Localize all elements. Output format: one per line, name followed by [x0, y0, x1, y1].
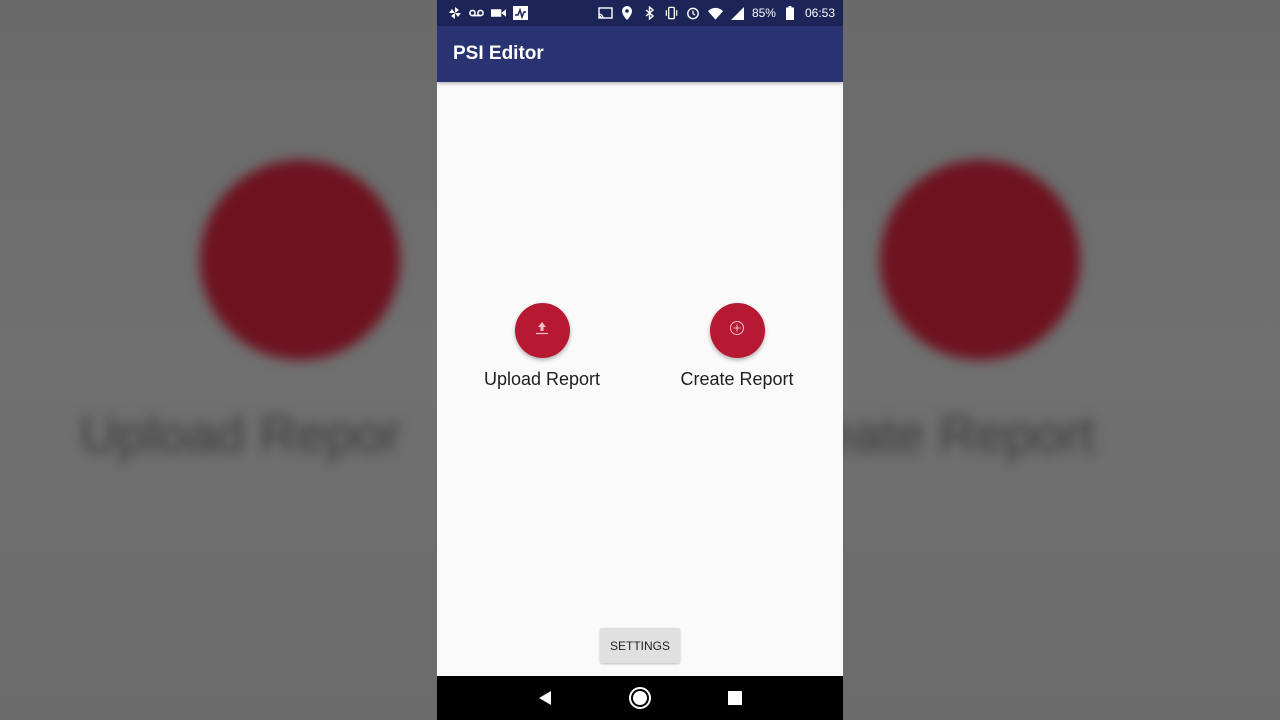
- wifi-icon: [707, 6, 723, 20]
- back-icon[interactable]: [530, 683, 560, 713]
- home-icon[interactable]: [625, 683, 655, 713]
- activity-icon: [513, 6, 528, 20]
- upload-report-label: Upload Report: [483, 369, 601, 389]
- app-title: PSI Editor: [453, 43, 544, 64]
- recents-icon[interactable]: [720, 683, 750, 713]
- settings-button[interactable]: SETTINGS: [600, 628, 680, 663]
- phone-screen: 85% 06:53 PSI Editor Upload Report Creat…: [437, 0, 843, 720]
- cast-icon: [598, 6, 613, 20]
- status-left-icons: [447, 6, 528, 20]
- upload-report-button[interactable]: [514, 303, 570, 358]
- vibrate-icon: [664, 6, 679, 20]
- alarm-icon: [686, 6, 701, 20]
- voicemail-icon: [469, 6, 484, 20]
- battery-icon: [783, 6, 798, 20]
- upload-icon: [535, 320, 549, 341]
- navigation-bar: [437, 676, 843, 720]
- status-right-icons: 85% 06:53: [598, 6, 835, 20]
- pinwheel-icon: [447, 6, 462, 20]
- blurred-create-label: eate Report: [843, 406, 1095, 464]
- bluetooth-icon: [642, 6, 657, 20]
- location-icon: [620, 6, 635, 20]
- signal-icon: [730, 6, 745, 20]
- add-circle-icon: [729, 320, 745, 341]
- clock: 06:53: [804, 6, 835, 20]
- create-report-action[interactable]: Create Report: [657, 303, 817, 390]
- video-camera-icon: [491, 6, 506, 20]
- create-report-button[interactable]: [709, 303, 765, 358]
- app-bar: PSI Editor: [437, 26, 843, 82]
- blurred-background-left: Upload Repor: [0, 0, 437, 720]
- blurred-upload-label: Upload Repor: [80, 406, 401, 464]
- blurred-create-button: [880, 160, 1080, 360]
- status-bar: 85% 06:53: [437, 0, 843, 26]
- create-report-label: Create Report: [680, 369, 794, 389]
- blurred-upload-button: [200, 160, 400, 360]
- upload-report-action[interactable]: Upload Report: [462, 303, 622, 390]
- battery-percent: 85%: [751, 6, 776, 20]
- blurred-background-right: eate Report: [843, 0, 1280, 720]
